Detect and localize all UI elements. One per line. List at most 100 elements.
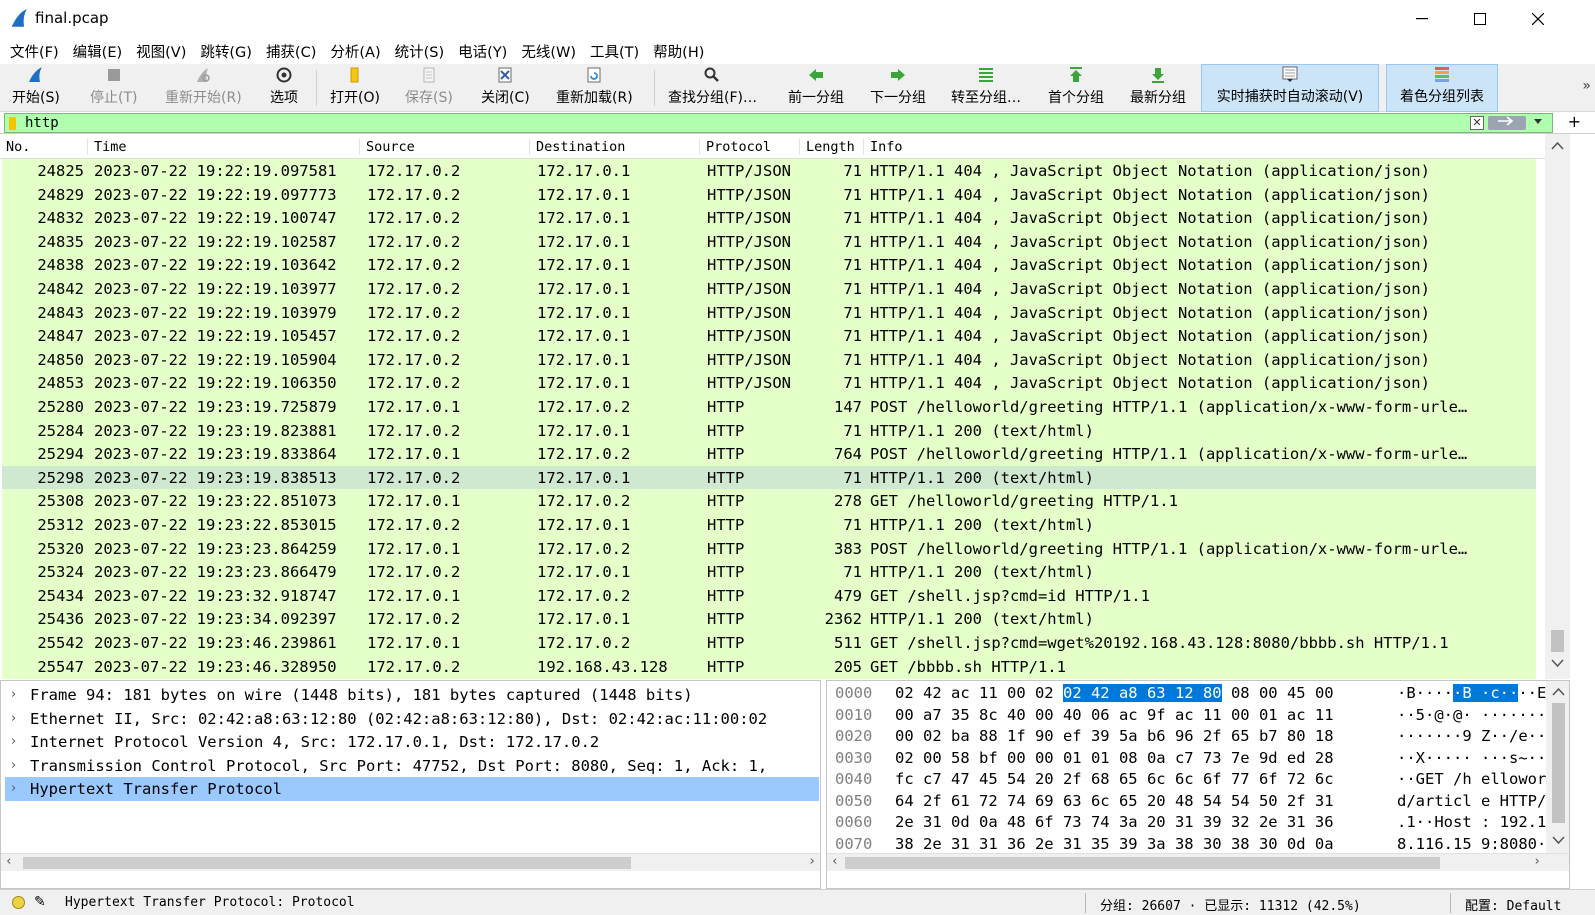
packet-row[interactable]: 25308 2023-07-22 19:23:22.851073 172.17.0.… bbox=[2, 489, 1536, 514]
auto-scroll-button[interactable]: 实时捕获时自动滚动(V) bbox=[1201, 64, 1379, 112]
details-horizontal-scrollbar[interactable]: ‹ › bbox=[1, 853, 820, 871]
packet-row[interactable]: 24835 2023-07-22 19:22:19.102587 172.17.0.… bbox=[2, 229, 1536, 254]
packet-row[interactable]: 24850 2023-07-22 19:22:19.105904 172.17.0.… bbox=[2, 347, 1536, 372]
capture-options-button[interactable]: 选项 bbox=[270, 64, 298, 112]
close-file-button[interactable]: 关闭(C) bbox=[481, 64, 530, 112]
packet-row[interactable]: 24843 2023-07-22 19:22:19.103979 172.17.0.… bbox=[2, 300, 1536, 325]
chevron-right-icon[interactable]: › bbox=[11, 683, 16, 707]
column-destination[interactable]: Destination bbox=[530, 139, 700, 155]
packet-row[interactable]: 24842 2023-07-22 19:22:19.103977 172.17.0.… bbox=[2, 277, 1536, 301]
packet-row[interactable]: 25284 2023-07-22 19:23:19.823881 172.17.0.… bbox=[2, 418, 1536, 443]
scrollbar-thumb[interactable] bbox=[845, 857, 1440, 869]
last-packet-button[interactable]: 最新分组 bbox=[1130, 64, 1186, 112]
chevron-right-icon[interactable]: › bbox=[11, 730, 16, 754]
prev-packet-button[interactable]: 前一分组 bbox=[788, 64, 844, 112]
colorize-list-button[interactable]: 着色分组列表 bbox=[1386, 64, 1498, 112]
detail-tree-item[interactable]: › Ethernet II, Src: 02:42:a8:63:12:80 (02… bbox=[5, 707, 819, 731]
column-info[interactable]: Info bbox=[864, 139, 1514, 155]
bytes-row[interactable]: 0070 38 2e 31 31 36 2e 31 35 39 3a 38 30 … bbox=[827, 833, 1569, 855]
menu-analyze[interactable]: 分析(A) bbox=[324, 41, 386, 62]
byte-offset: 0070 bbox=[835, 834, 873, 853]
packet-list-scrollbar[interactable] bbox=[1545, 134, 1570, 679]
menu-go[interactable]: 跳转(G) bbox=[194, 41, 258, 62]
column-time[interactable]: Time bbox=[88, 139, 360, 155]
menu-wireless[interactable]: 无线(W) bbox=[515, 41, 582, 62]
scrollbar-thumb[interactable] bbox=[1551, 630, 1564, 652]
packet-row[interactable]: 24829 2023-07-22 19:22:19.097773 172.17.0.… bbox=[2, 182, 1536, 207]
bytes-row[interactable]: 0030 02 00 58 bf 00 00 01 01 08 0a c7 73 … bbox=[827, 747, 1569, 769]
bytes-row[interactable]: 0060 2e 31 0d 0a 48 6f 73 74 3a 20 31 39 … bbox=[827, 811, 1569, 833]
column-no[interactable]: No. bbox=[0, 139, 88, 155]
column-source[interactable]: Source bbox=[360, 139, 530, 155]
bytes-row[interactable]: 0050 64 2f 61 72 74 69 63 6c 65 20 48 54 … bbox=[827, 790, 1569, 812]
detail-tree-item[interactable]: › Hypertext Transfer Protocol bbox=[5, 777, 819, 802]
packet-row[interactable]: 25298 2023-07-22 19:23:19.838513 172.17.0.… bbox=[2, 465, 1536, 490]
menu-telephony[interactable]: 电话(Y) bbox=[452, 41, 513, 62]
packet-row[interactable]: 24832 2023-07-22 19:22:19.100747 172.17.0.… bbox=[2, 206, 1536, 231]
scrollbar-thumb[interactable] bbox=[1552, 703, 1565, 823]
bookmark-icon[interactable] bbox=[9, 117, 16, 130]
scrollbar-thumb[interactable] bbox=[23, 857, 631, 869]
detail-tree-item[interactable]: › Frame 94: 181 bytes on wire (1448 bits)… bbox=[5, 683, 819, 707]
start-capture-button[interactable]: 开始(S) bbox=[12, 64, 60, 112]
first-packet-button[interactable]: 首个分组 bbox=[1048, 64, 1104, 112]
column-length[interactable]: Length bbox=[800, 139, 864, 155]
cell-protocol: HTTP bbox=[707, 492, 745, 511]
cell-no: 25434 bbox=[37, 586, 84, 605]
apply-filter-button[interactable] bbox=[1488, 116, 1526, 130]
menu-capture[interactable]: 捕获(C) bbox=[260, 41, 322, 62]
restart-capture-button[interactable]: 重新开始(R) bbox=[165, 64, 242, 112]
chevron-right-icon[interactable]: › bbox=[11, 707, 16, 731]
menu-tools[interactable]: 工具(T) bbox=[584, 41, 645, 62]
save-file-button[interactable]: 保存(S) bbox=[405, 64, 453, 112]
chevron-right-icon[interactable]: › bbox=[11, 754, 16, 778]
minimize-button[interactable] bbox=[1393, 0, 1451, 38]
packet-row[interactable]: 25294 2023-07-22 19:23:19.833864 172.17.0.… bbox=[2, 442, 1536, 467]
packet-row[interactable]: 25320 2023-07-22 19:23:23.864259 172.17.0.… bbox=[2, 536, 1536, 561]
stop-capture-button[interactable]: 停止(T) bbox=[90, 64, 137, 112]
profile-selector[interactable]: 配置: Default bbox=[1465, 895, 1561, 914]
filter-history-dropdown[interactable] bbox=[1530, 116, 1546, 130]
bytes-row[interactable]: 0010 00 a7 35 8c 40 00 40 06 ac 9f ac 11 … bbox=[827, 704, 1569, 726]
packet-row[interactable]: 25434 2023-07-22 19:23:32.918747 172.17.0.… bbox=[2, 583, 1536, 608]
reload-file-button[interactable]: 重新加载(R) bbox=[556, 64, 633, 112]
bytes-row-0000[interactable]: 0000 02 42 ac 11 00 02 02 42 a8 63 12 80… bbox=[827, 682, 1569, 704]
next-packet-button[interactable]: 下一分组 bbox=[870, 64, 926, 112]
packet-row[interactable]: 25436 2023-07-22 19:23:34.092397 172.17.0.… bbox=[2, 607, 1536, 632]
cell-source: 172.17.0.2 bbox=[367, 421, 461, 440]
menu-view[interactable]: 视图(V) bbox=[130, 41, 192, 62]
menu-statistics[interactable]: 统计(S) bbox=[389, 41, 451, 62]
menu-file[interactable]: 文件(F) bbox=[4, 41, 65, 62]
expert-info-icon[interactable] bbox=[12, 896, 25, 909]
bytes-vertical-scrollbar[interactable] bbox=[1546, 681, 1569, 853]
menu-help[interactable]: 帮助(H) bbox=[647, 41, 710, 62]
detail-tree-item[interactable]: › Internet Protocol Version 4, Src: 172.1… bbox=[5, 730, 819, 754]
packet-row[interactable]: 25542 2023-07-22 19:23:46.239861 172.17.0.… bbox=[2, 631, 1536, 655]
packet-row[interactable]: 25280 2023-07-22 19:23:19.725879 172.17.0.… bbox=[2, 395, 1536, 419]
chevron-right-icon[interactable]: › bbox=[11, 777, 16, 801]
detail-tree-item[interactable]: › Transmission Control Protocol, Src Port… bbox=[5, 754, 819, 778]
close-button[interactable] bbox=[1509, 0, 1567, 38]
packet-row[interactable]: 24847 2023-07-22 19:22:19.105457 172.17.0.… bbox=[2, 324, 1536, 349]
pencil-icon[interactable]: ✎ bbox=[34, 894, 46, 910]
display-filter-input[interactable]: http ✕ bbox=[4, 113, 1553, 133]
packet-row[interactable]: 24838 2023-07-22 19:22:19.103642 172.17.0.… bbox=[2, 253, 1536, 278]
goto-packet-button[interactable]: 转至分组… bbox=[951, 64, 1021, 112]
packet-row[interactable]: 24853 2023-07-22 19:22:19.106350 172.17.0.… bbox=[2, 371, 1536, 396]
packet-row[interactable]: 25324 2023-07-22 19:23:23.866479 172.17.0.… bbox=[2, 560, 1536, 585]
menu-edit[interactable]: 编辑(E) bbox=[67, 41, 128, 62]
clear-filter-button[interactable]: ✕ bbox=[1470, 116, 1484, 130]
toolbar-overflow-button[interactable]: » bbox=[1582, 78, 1591, 94]
find-packet-button[interactable]: 查找分组(F)… bbox=[668, 64, 757, 112]
packet-row[interactable]: 25547 2023-07-22 19:23:46.328950 172.17.0.… bbox=[2, 654, 1536, 679]
add-filter-button-icon[interactable]: + bbox=[1568, 112, 1581, 131]
packet-row[interactable]: 25312 2023-07-22 19:23:22.853015 172.17.0.… bbox=[2, 513, 1536, 537]
column-protocol[interactable]: Protocol bbox=[700, 139, 800, 155]
bytes-horizontal-scrollbar[interactable]: ‹ › bbox=[827, 853, 1569, 871]
open-file-button[interactable]: 打开(O) bbox=[330, 64, 380, 112]
cell-length: 71 bbox=[843, 421, 862, 440]
bytes-row[interactable]: 0040 fc c7 47 45 54 20 2f 68 65 6c 6c 6f … bbox=[827, 768, 1569, 790]
bytes-row[interactable]: 0020 00 02 ba 88 1f 90 ef 39 5a b6 96 2f … bbox=[827, 725, 1569, 747]
maximize-button[interactable] bbox=[1451, 0, 1509, 38]
packet-row[interactable]: 24825 2023-07-22 19:22:19.097581 172.17.0.… bbox=[2, 159, 1536, 183]
